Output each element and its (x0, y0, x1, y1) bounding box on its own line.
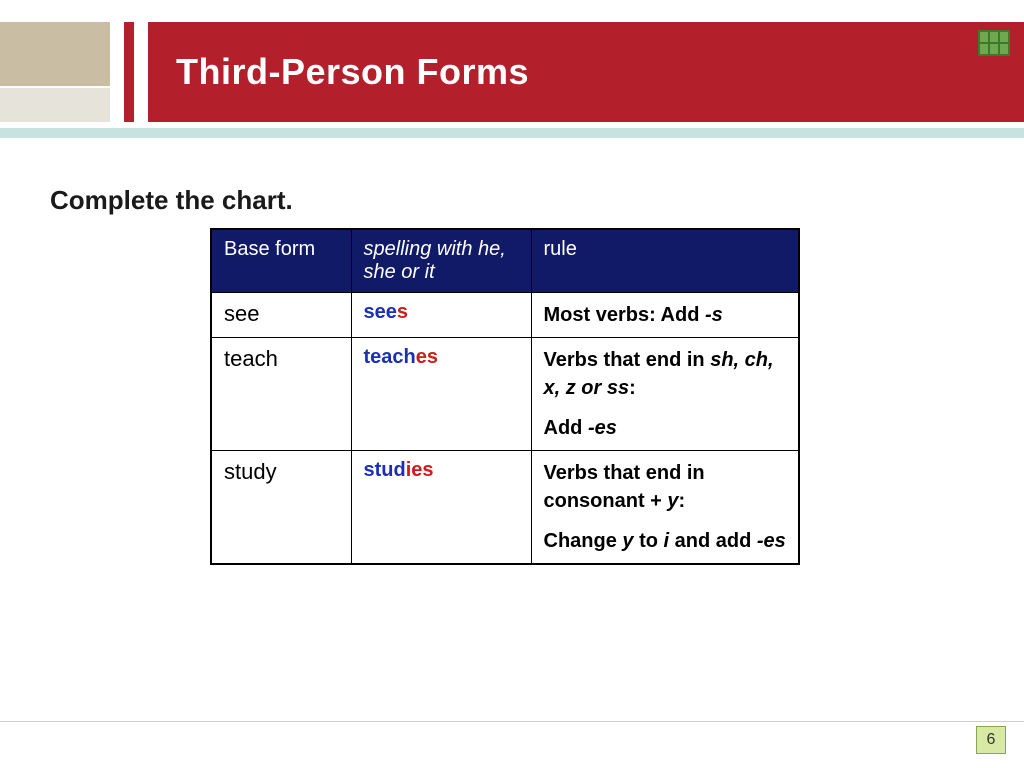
rule-text: : (679, 490, 686, 512)
rule-text: Verbs that end in (544, 349, 711, 371)
table-row: teach teaches Verbs that end in sh, ch, … (211, 338, 799, 451)
teal-divider (0, 128, 1024, 138)
col-spelling: spelling with he, she or it (351, 229, 531, 293)
page-number: 6 (976, 726, 1006, 754)
rule-em: -es (757, 530, 786, 552)
cell-spelling: teaches (351, 338, 531, 451)
grammar-chart: Base form spelling with he, she or it ru… (210, 228, 800, 565)
title-bar: Third-Person Forms (148, 22, 1024, 122)
cell-rule: Verbs that end in sh, ch, x, z or ss:Add… (531, 338, 799, 451)
footer-divider (0, 721, 1024, 722)
stripe-gap (110, 22, 124, 122)
instruction-text: Complete the chart. (50, 185, 293, 216)
page-title: Third-Person Forms (176, 51, 529, 93)
spelling-suffix: ies (406, 459, 434, 481)
col-base-form: Base form (211, 229, 351, 293)
rule-text: to (634, 530, 664, 552)
cell-base: study (211, 451, 351, 565)
spelling-suffix: s (397, 301, 408, 323)
rule-em: y (622, 530, 633, 552)
cell-rule: Verbs that end in consonant + y:Change y… (531, 451, 799, 565)
corner-bottom (0, 88, 110, 122)
header-bar: Third-Person Forms (0, 22, 1024, 122)
cell-rule: Most verbs: Add -s (531, 293, 799, 338)
cell-base: teach (211, 338, 351, 451)
corner-top (0, 22, 110, 88)
col-rule: rule (531, 229, 799, 293)
table-row: see sees Most verbs: Add -s (211, 293, 799, 338)
rule-text: and add (669, 530, 757, 552)
stripe-gap (134, 22, 148, 122)
cell-spelling: studies (351, 451, 531, 565)
cell-base: see (211, 293, 351, 338)
table-header-row: Base form spelling with he, she or it ru… (211, 229, 799, 293)
spelling-base: see (364, 301, 397, 323)
rule-text: Most verbs: Add (544, 304, 706, 326)
rule-text: : (629, 377, 636, 399)
rule-em: -s (705, 304, 723, 326)
header-corner-block (0, 22, 110, 122)
spelling-base: stud (364, 459, 406, 481)
cell-spelling: sees (351, 293, 531, 338)
rule-em: y (667, 490, 678, 512)
spelling-base: teach (364, 346, 416, 368)
rule-text: Change (544, 530, 623, 552)
red-stripe (124, 22, 134, 122)
table-row: study studies Verbs that end in consonan… (211, 451, 799, 565)
rule-text: Add (544, 417, 588, 439)
rule-em: -es (588, 417, 617, 439)
table-icon (978, 30, 1010, 56)
spelling-suffix: es (416, 346, 438, 368)
